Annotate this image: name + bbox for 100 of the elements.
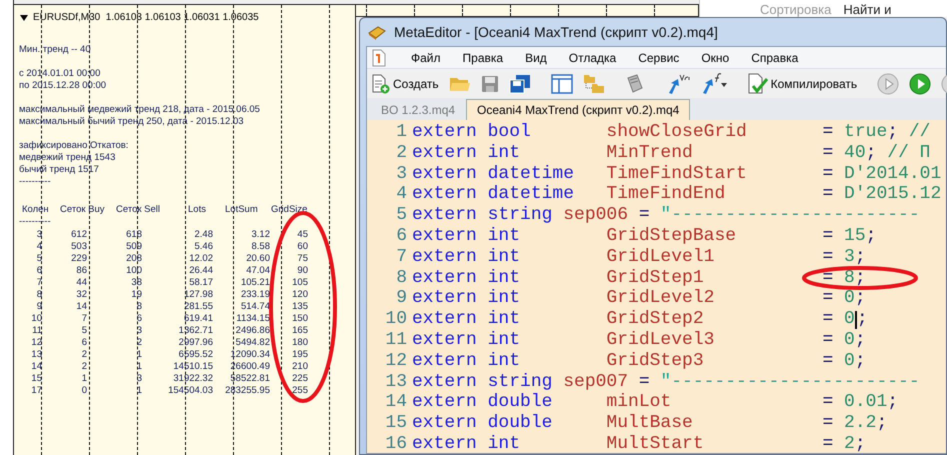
table-cell-text: 12 xyxy=(30,337,42,349)
code-type: int xyxy=(488,246,522,268)
code-identifier: GridLevel3 xyxy=(606,330,716,351)
table-cell-text: 14510.15 xyxy=(172,361,213,373)
book-icon xyxy=(368,24,386,40)
menu-item[interactable]: Отладка xyxy=(558,50,628,64)
code-value: 2.2 xyxy=(844,413,876,434)
chart-text-line: с 2014.01.01 00:00 xyxy=(19,68,102,80)
code-identifier: GridStep1 xyxy=(606,268,705,288)
code-keyword: extern xyxy=(412,164,478,184)
line-number: 7 xyxy=(395,246,408,268)
code-identifier: MultBase xyxy=(606,413,694,434)
code-value: 3 xyxy=(844,246,855,268)
code-type: string xyxy=(488,205,554,226)
table-cell-text: 503 xyxy=(70,241,87,253)
clipboard-icon[interactable] xyxy=(624,74,645,94)
code-operator: = xyxy=(822,268,834,288)
ribbon-item[interactable]: Найти и xyxy=(843,3,892,17)
table-cell-text: 5494.82 xyxy=(234,337,270,349)
table-cell-text: 195 xyxy=(291,349,308,361)
code-operator: = xyxy=(822,350,834,372)
code-operator: = xyxy=(822,392,834,414)
code-punctuation: ; xyxy=(854,246,866,268)
code-identifier: GridStep3 xyxy=(606,350,705,372)
code-string: "----------------------- xyxy=(660,205,920,226)
line-number: 11 xyxy=(384,330,408,351)
menu-item[interactable]: Окно xyxy=(690,50,740,64)
code-keyword: extern xyxy=(412,309,478,330)
code-type: int xyxy=(488,309,522,330)
file-tab[interactable]: Oceani4 MaxTrend (скрипт v0.2).mq4 xyxy=(466,99,690,120)
line-number: 15 xyxy=(384,413,408,434)
line-number: 10 xyxy=(384,309,408,330)
code-string: "----------------------- xyxy=(660,372,920,392)
line-number: 16 xyxy=(384,434,408,453)
code-keyword: extern xyxy=(412,413,478,434)
file-tab[interactable]: BO 1.2.3.mq4 xyxy=(370,99,466,120)
table-cell-text: 1362.71 xyxy=(178,325,213,337)
column-header: Lots xyxy=(188,204,207,216)
code-keyword: extern xyxy=(412,205,478,226)
layout-icon[interactable] xyxy=(550,74,573,94)
code-operator: = xyxy=(822,288,834,310)
menu-item[interactable]: Файл xyxy=(400,50,452,64)
save-icon[interactable] xyxy=(480,74,499,92)
code-type: int xyxy=(488,330,522,351)
table-cell-text: 7 xyxy=(36,277,42,289)
chart-text-line: зафиксировано Откатов: xyxy=(19,140,130,152)
code-type: int xyxy=(488,434,522,453)
line-number: 5 xyxy=(395,205,408,226)
table-cell-text: 2 xyxy=(80,361,87,373)
code-keyword: extern xyxy=(412,246,478,268)
menu-item[interactable]: Справка xyxy=(740,50,810,64)
save-all-icon[interactable] xyxy=(508,74,531,94)
table-cell-text: 13 xyxy=(30,349,42,361)
table-cell-text: 3 xyxy=(136,325,142,337)
menu-item[interactable]: Правка xyxy=(452,50,514,64)
code-punctuation: ; xyxy=(887,122,898,143)
code-keyword: extern xyxy=(412,142,478,164)
code-type: int xyxy=(488,350,522,372)
table-cell-text: 229 xyxy=(70,253,87,265)
code-value: 2 xyxy=(844,434,855,453)
table-cell-text: 127.98 xyxy=(182,289,213,301)
code-operator: = xyxy=(822,164,834,184)
dropdown-triangle-icon[interactable] xyxy=(20,14,28,20)
table-cell-text: 6595.52 xyxy=(178,349,213,361)
table-cell-text: 8.58 xyxy=(250,241,270,253)
table-cell-text: 2997.96 xyxy=(178,337,213,349)
code-type: int xyxy=(488,288,522,310)
code-value: 8 xyxy=(844,268,855,288)
code-operator: = xyxy=(822,413,834,434)
chart-text-line: по 2015.12.28 00:00 xyxy=(19,80,108,92)
play-icon[interactable] xyxy=(877,72,900,94)
code-operator: = xyxy=(822,434,834,453)
code-operator: = xyxy=(822,184,834,206)
table-cell-text: 32 xyxy=(75,289,87,301)
code-punctuation: ; xyxy=(854,330,866,351)
table-cell-text: 60 xyxy=(296,241,308,253)
play-icon[interactable] xyxy=(909,72,932,94)
code-type: int xyxy=(488,226,522,247)
table-cell-text: 1134.15 xyxy=(235,313,270,325)
symbol-quote: EURUSDf,M30 1.06103 1.06103 1.06031 1.06035 xyxy=(33,12,259,23)
table-cell-text: 619.41 xyxy=(182,313,213,325)
code-value: 15 xyxy=(844,226,866,247)
function-arrow-icon[interactable] xyxy=(700,72,727,94)
table-cell-text: 255 xyxy=(291,385,308,397)
create-button[interactable]: Создать xyxy=(371,74,439,94)
code-punctuation: ; xyxy=(856,309,868,330)
table-cell-text: 4 xyxy=(36,241,42,253)
table-cell-text: 3 xyxy=(136,373,142,385)
code-operator: = xyxy=(822,309,834,330)
code-keyword: extern xyxy=(412,288,478,310)
menu-item[interactable]: Сервис xyxy=(627,50,690,64)
code-identifier: GridStepBase xyxy=(606,226,738,247)
code-identifier: sep006 xyxy=(563,205,630,226)
chart-text-line: медвежий тренд 1543 xyxy=(19,152,116,164)
menu-item[interactable]: Вид xyxy=(514,50,558,64)
arrow-icon[interactable] xyxy=(666,72,691,94)
code-punctuation: ; xyxy=(866,226,876,247)
table-cell-text: 45 xyxy=(296,229,308,241)
compile-button[interactable]: Компилировать xyxy=(746,72,858,94)
table-cell-text: 2 xyxy=(80,349,87,361)
